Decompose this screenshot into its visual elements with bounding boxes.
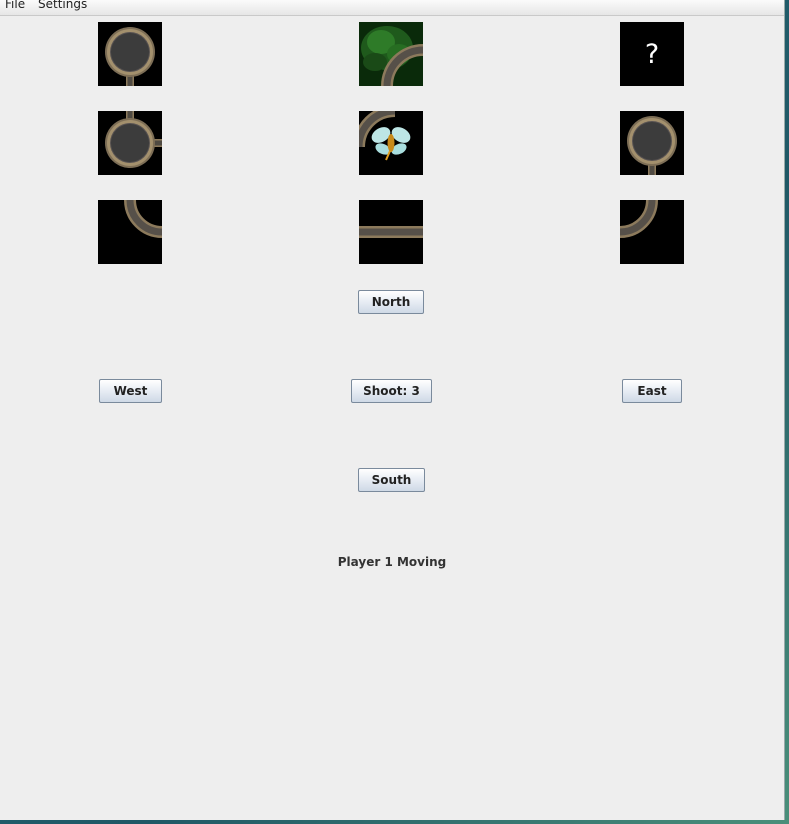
menu-settings[interactable]: Settings bbox=[38, 0, 87, 11]
menu-bar: File Settings bbox=[0, 0, 784, 16]
tile-green-slime bbox=[359, 22, 423, 86]
north-button[interactable]: North bbox=[358, 290, 424, 314]
tile-straight-tunnel bbox=[359, 200, 423, 264]
west-button[interactable]: West bbox=[99, 379, 162, 403]
tile-unknown: ? bbox=[620, 22, 684, 86]
tile-bat bbox=[359, 111, 423, 175]
status-text: Player 1 Moving bbox=[337, 555, 447, 569]
tile-curved-tunnel-1 bbox=[98, 200, 162, 264]
tile-cave-room bbox=[98, 22, 162, 86]
game-window: File Settings ? North West Shoot: 3 East… bbox=[0, 0, 785, 820]
shoot-button[interactable]: Shoot: 3 bbox=[351, 379, 432, 403]
east-button[interactable]: East bbox=[622, 379, 682, 403]
tile-cave-room-2 bbox=[620, 111, 684, 175]
menu-file[interactable]: File bbox=[5, 0, 25, 11]
tile-cave-room-tunnels bbox=[98, 111, 162, 175]
bat-icon bbox=[371, 127, 411, 161]
south-button[interactable]: South bbox=[358, 468, 425, 492]
tile-curved-tunnel-2 bbox=[620, 200, 684, 264]
unknown-tile-question-mark: ? bbox=[644, 38, 660, 70]
